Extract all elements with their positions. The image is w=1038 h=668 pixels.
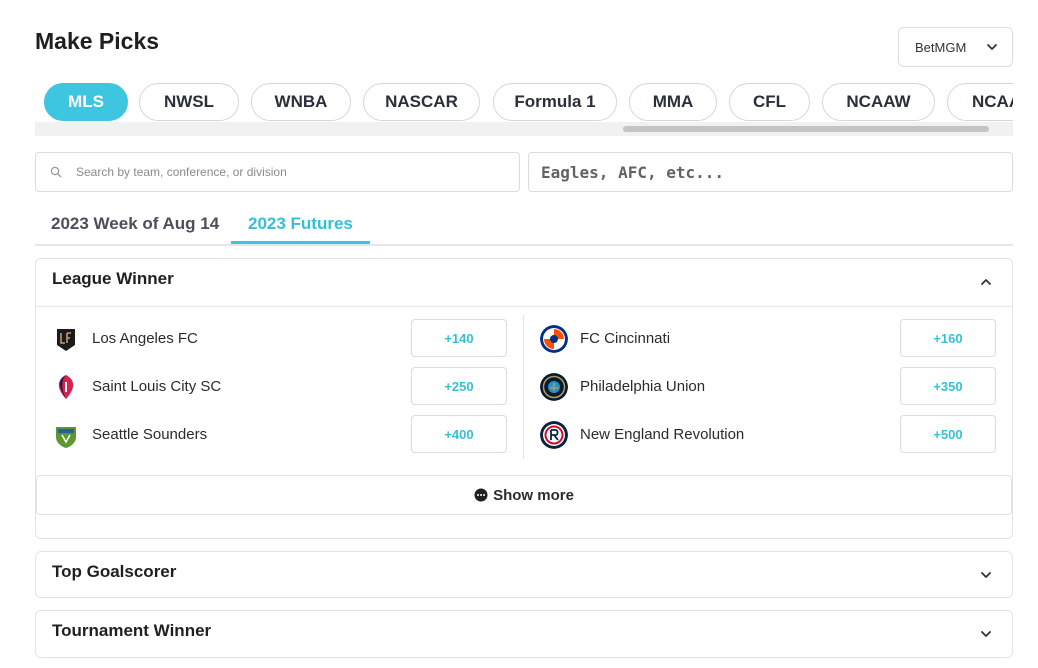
tab-bar: 2023 Week of Aug 14 2023 Futures [35,200,1013,246]
lafc-logo-icon [52,325,80,353]
team-row: New England Revolution +500 [540,415,996,455]
league-pill-label: MMA [652,92,694,111]
league-winner-panel: League Winner Los Angeles FC +140 Saint … [35,258,1013,539]
league-selector: MLS NWSL WNBA NASCAR Formula 1 MMA CFL N… [35,70,1013,136]
search-icon [50,166,62,178]
column-separator [523,315,524,459]
league-winner-header[interactable]: League Winner [36,259,1012,306]
odds-button[interactable]: +400 [411,415,507,453]
chevron-down-icon [981,572,991,578]
league-pill-ncaaf[interactable]: NCAAF [947,83,1013,121]
tournament-winner-panel[interactable]: Tournament Winner [35,610,1013,658]
more-dots-icon [474,488,488,502]
search-input[interactable] [76,153,506,191]
chevron-down-icon [981,631,991,637]
st-louis-city-logo-icon [52,373,80,401]
team-name: New England Revolution [580,426,745,443]
team-row: Saint Louis City SC +250 [52,367,508,407]
team-row: Los Angeles FC +140 [52,319,508,359]
panel-title: Top Goalscorer [52,562,177,581]
top-goalscorer-panel[interactable]: Top Goalscorer [35,551,1013,598]
team-row: FC Cincinnati +160 [540,319,996,359]
team-name: Saint Louis City SC [92,378,222,395]
odds-button[interactable]: +350 [900,367,996,405]
scrollbar-thumb[interactable] [623,126,989,132]
show-more-label: Show more [493,486,574,504]
panel-title: League Winner [52,269,174,288]
odds-button[interactable]: +500 [900,415,996,453]
divider [36,306,1012,307]
league-pill-label: NCAAF [972,92,1013,111]
show-more-button[interactable]: Show more [36,475,1012,515]
league-pill-label: MLS [68,92,104,111]
team-name: FC Cincinnati [580,330,671,347]
sportsbook-selected-label: BetMGM [915,39,967,55]
active-tab-indicator [231,241,370,244]
search-field[interactable] [35,152,520,192]
team-filter-input[interactable] [541,153,1001,191]
new-england-revolution-logo-icon [540,421,568,449]
league-pill-label: CFL [752,92,787,111]
league-pill-mma[interactable]: MMA [629,83,717,121]
league-pill-label: WNBA [274,92,328,111]
league-pill-label: NCAAW [846,92,911,111]
league-pill-label: NWSL [163,92,215,111]
team-row: Philadelphia Union +350 [540,367,996,407]
league-pill-cfl[interactable]: CFL [729,83,810,121]
seattle-sounders-logo-icon [52,421,80,449]
league-pill-mls[interactable]: MLS [44,83,128,121]
tab-futures[interactable]: 2023 Futures [248,214,353,234]
team-name: Philadelphia Union [580,378,706,395]
odds-button[interactable]: +160 [900,319,996,357]
league-pill-formula-1[interactable]: Formula 1 [493,83,617,121]
panel-title: Tournament Winner [52,621,212,640]
chevron-down-icon [987,44,997,50]
chevron-up-icon [981,279,991,285]
team-row: Seattle Sounders +400 [52,415,508,455]
fc-cincinnati-logo-icon [540,325,568,353]
tab-week[interactable]: 2023 Week of Aug 14 [51,214,219,234]
team-name: Los Angeles FC [92,330,198,347]
league-pill-label: NASCAR [385,92,458,111]
league-pill-nascar[interactable]: NASCAR [363,83,480,121]
league-pill-label: Formula 1 [514,92,596,111]
odds-button[interactable]: +250 [411,367,507,405]
league-pill-nwsl[interactable]: NWSL [139,83,239,121]
sportsbook-select[interactable]: BetMGM [898,27,1013,67]
league-pill-ncaaw[interactable]: NCAAW [822,83,935,121]
league-pill-wnba[interactable]: WNBA [251,83,351,121]
odds-button[interactable]: +140 [411,319,507,357]
philadelphia-union-logo-icon [540,373,568,401]
team-name: Seattle Sounders [92,426,208,443]
page-title: Make Picks [35,28,160,54]
team-filter-field[interactable] [528,152,1013,192]
